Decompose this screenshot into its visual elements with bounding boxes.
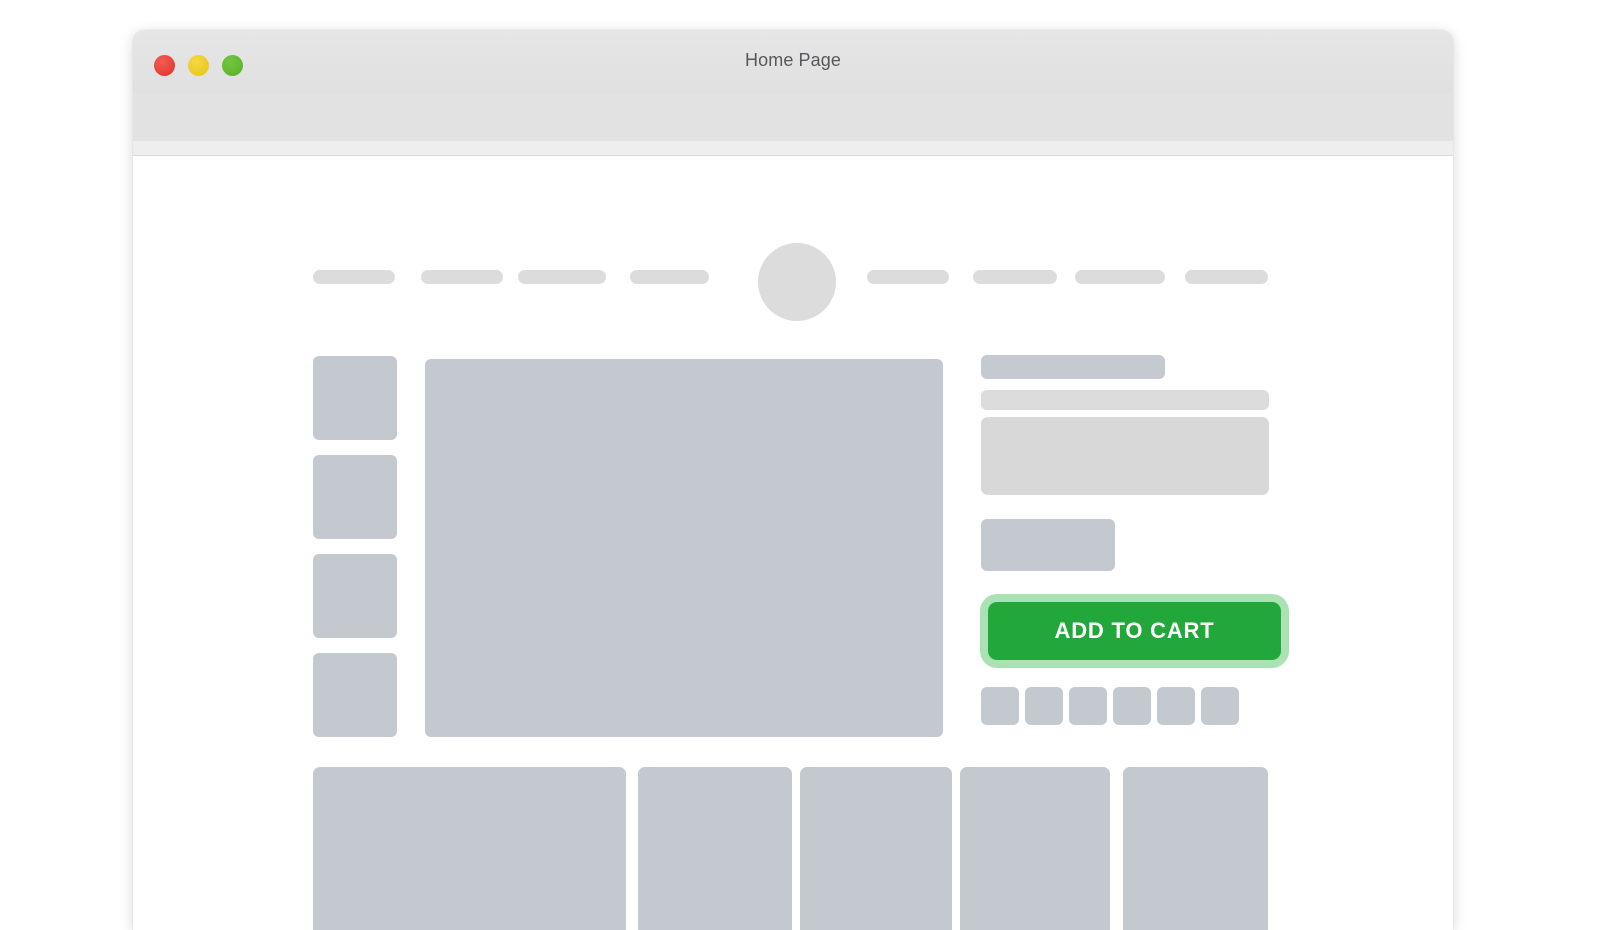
nav-item-3[interactable] (518, 270, 606, 284)
product-title (981, 355, 1165, 379)
nav-item-4[interactable] (630, 270, 709, 284)
nav-item-8[interactable] (1185, 270, 1268, 284)
product-hero-image[interactable] (425, 359, 943, 737)
add-to-cart-button[interactable]: ADD TO CART (988, 602, 1281, 660)
product-price (981, 519, 1115, 571)
product-thumbnail-4[interactable] (313, 653, 397, 737)
site-navigation (133, 156, 1453, 316)
nav-item-6[interactable] (973, 270, 1057, 284)
nav-item-7[interactable] (1075, 270, 1165, 284)
product-swatch-4[interactable] (1113, 687, 1151, 725)
product-swatch-3[interactable] (1069, 687, 1107, 725)
product-swatch-5[interactable] (1157, 687, 1195, 725)
related-card-3[interactable] (800, 767, 952, 930)
product-swatch-2[interactable] (1025, 687, 1063, 725)
browser-toolbar: http://www.webaddress.com (133, 93, 1453, 141)
related-card-5[interactable] (1123, 767, 1268, 930)
nav-item-1[interactable] (313, 270, 395, 284)
nav-item-5[interactable] (867, 270, 949, 284)
browser-titlebar: Home Page (133, 30, 1453, 93)
page-viewport: ADD TO CART (133, 156, 1453, 930)
product-swatch-6[interactable] (1201, 687, 1239, 725)
product-swatch-1[interactable] (981, 687, 1019, 725)
nav-item-2[interactable] (421, 270, 503, 284)
product-thumbnail-3[interactable] (313, 554, 397, 638)
product-subtitle (981, 390, 1269, 410)
bookmarks-bar[interactable] (133, 141, 1453, 156)
related-card-4[interactable] (960, 767, 1110, 930)
site-logo[interactable] (758, 243, 836, 321)
product-thumbnail-2[interactable] (313, 455, 397, 539)
related-card-2[interactable] (638, 767, 792, 930)
window-title: Home Page (133, 50, 1453, 71)
product-description (981, 417, 1269, 495)
browser-window: Home Page http://www.webaddress.com (133, 30, 1453, 930)
product-thumbnail-1[interactable] (313, 356, 397, 440)
related-card-1[interactable] (313, 767, 626, 930)
